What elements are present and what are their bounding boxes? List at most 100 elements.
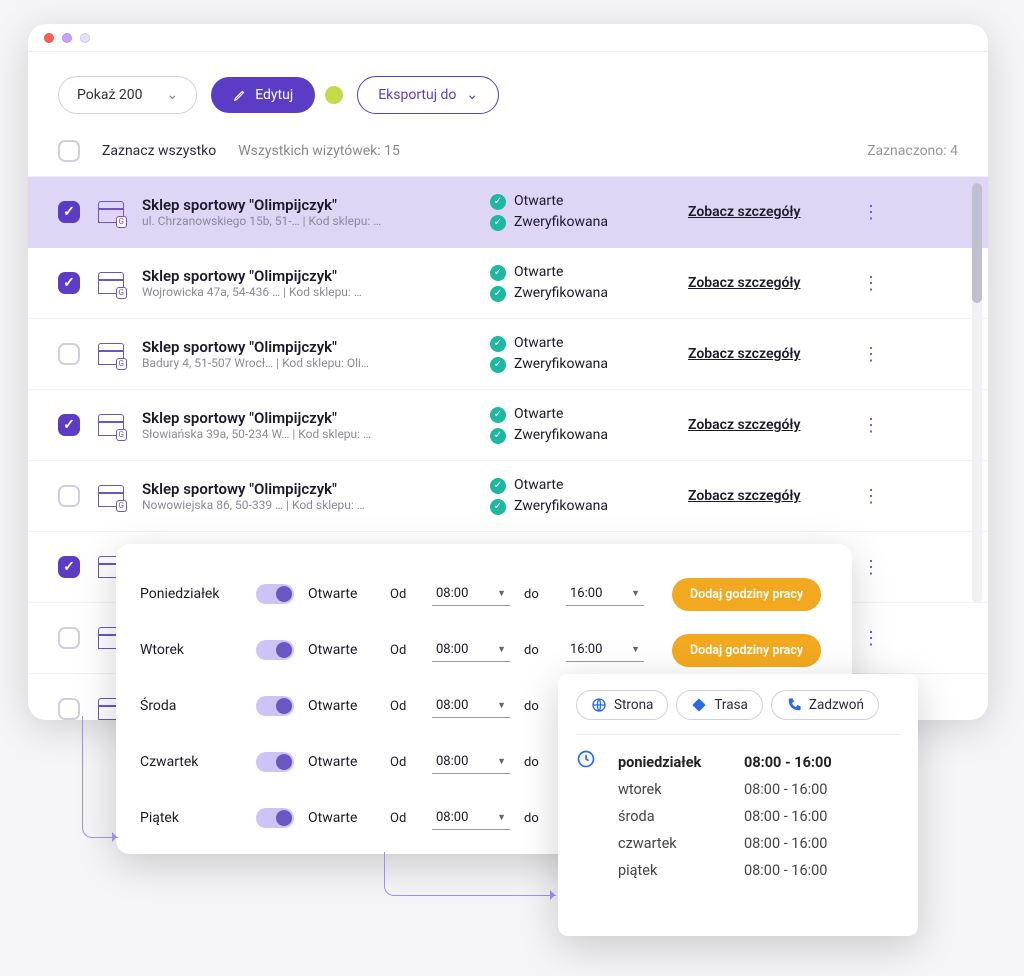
time-from-select[interactable]: 08:00▼ [432, 806, 510, 830]
schedule-row: czwartek08:00 - 16:00 [618, 830, 832, 857]
row-main: Sklep sportowy "Olimpijczyk"ul. Chrzanow… [142, 196, 472, 228]
row-checkbox[interactable] [58, 201, 80, 223]
time-to-select[interactable]: 16:00▼ [566, 582, 644, 606]
row-details-link[interactable]: Zobacz szczegóły [688, 275, 838, 291]
page-size-select[interactable]: Pokaż 200 ⌄ [58, 76, 197, 114]
row-details-link[interactable]: Zobacz szczegóły [688, 488, 838, 504]
preview-site-button[interactable]: Strona [576, 690, 668, 720]
hours-row: PoniedziałekOtwarteOd08:00▼do16:00▼Dodaj… [140, 566, 828, 622]
schedule-day: piątek [618, 857, 744, 884]
row-checkbox[interactable] [58, 343, 80, 365]
day-label: Piątek [140, 810, 242, 826]
row-subtitle: ul. Chrzanowskiego 15b, 51-… | Kod sklep… [142, 214, 472, 228]
row-checkbox[interactable] [58, 485, 80, 507]
day-label: Środa [140, 698, 242, 714]
open-toggle[interactable] [256, 752, 294, 772]
row-main: Sklep sportowy "Olimpijczyk"Nowowiejska … [142, 480, 472, 512]
time-from-select[interactable]: 08:00▼ [432, 694, 510, 718]
row-subtitle: Słowiańska 39a, 50-234 W… | Kod sklepu: … [142, 427, 472, 441]
export-button[interactable]: Eksportuj do ⌄ [357, 76, 499, 114]
row-details-link[interactable]: Zobacz szczegóły [688, 417, 838, 433]
selected-count-label: Zaznaczono: 4 [867, 143, 958, 159]
row-checkbox[interactable] [58, 627, 80, 649]
row-main: Sklep sportowy "Olimpijczyk"Badury 4, 51… [142, 338, 472, 370]
add-hours-button[interactable]: Dodaj godziny pracy [672, 634, 821, 667]
row-checkbox[interactable] [58, 272, 80, 294]
check-circle-icon: ✓ [490, 428, 506, 444]
row-main: Sklep sportowy "Olimpijczyk"Słowiańska 3… [142, 409, 472, 441]
listing-row[interactable]: Sklep sportowy "Olimpijczyk"Wojrowicka 4… [28, 248, 988, 319]
time-from-select[interactable]: 08:00▼ [432, 638, 510, 662]
row-menu-button[interactable]: ⋮ [856, 486, 885, 507]
check-circle-icon: ✓ [490, 407, 506, 423]
page-size-label: Pokaż 200 [77, 87, 142, 103]
title-bar [28, 24, 988, 52]
row-status: ✓Otwarte✓Zweryfikowana [490, 191, 670, 233]
from-label: Od [390, 811, 418, 826]
listing-row[interactable]: Sklep sportowy "Olimpijczyk"Nowowiejska … [28, 461, 988, 532]
check-circle-icon: ✓ [490, 286, 506, 302]
schedule-time: 08:00 - 16:00 [744, 857, 832, 884]
store-icon [98, 201, 124, 223]
minimize-window-icon[interactable] [62, 33, 72, 43]
schedule-row: wtorek08:00 - 16:00 [618, 776, 832, 803]
toolbar: Pokaż 200 ⌄ Edytuj Eksportuj do ⌄ [28, 52, 988, 132]
store-icon [98, 343, 124, 365]
listing-row[interactable]: Sklep sportowy "Olimpijczyk"ul. Chrzanow… [28, 177, 988, 248]
from-label: Od [390, 755, 418, 770]
listing-row[interactable]: Sklep sportowy "Olimpijczyk"Badury 4, 51… [28, 319, 988, 390]
add-hours-button[interactable]: Dodaj godziny pracy [672, 578, 821, 611]
time-from-select[interactable]: 08:00▼ [432, 582, 510, 606]
from-label: Od [390, 699, 418, 714]
preview-call-button[interactable]: Zadzwoń [771, 690, 879, 720]
row-status: ✓Otwarte✓Zweryfikowana [490, 333, 670, 375]
maximize-window-icon[interactable] [80, 33, 90, 43]
listing-preview-card: Strona Trasa Zadzwoń poniedziałek08:00 -… [558, 674, 918, 936]
store-icon [98, 272, 124, 294]
schedule-row: piątek08:00 - 16:00 [618, 857, 832, 884]
row-menu-button[interactable]: ⋮ [856, 202, 885, 223]
scrollbar[interactable] [972, 183, 982, 603]
row-checkbox[interactable] [58, 698, 80, 720]
time-to-select[interactable]: 16:00▼ [566, 638, 644, 662]
row-menu-button[interactable]: ⋮ [856, 344, 885, 365]
row-subtitle: Nowowiejska 86, 50-339 … | Kod sklepu: … [142, 498, 472, 512]
open-toggle[interactable] [256, 640, 294, 660]
connector-line [82, 716, 118, 838]
row-details-link[interactable]: Zobacz szczegóły [688, 204, 838, 220]
store-icon [98, 485, 124, 507]
row-title: Sklep sportowy "Olimpijczyk" [142, 338, 472, 356]
preview-route-button[interactable]: Trasa [676, 690, 763, 720]
row-status: ✓Otwarte✓Zweryfikowana [490, 475, 670, 517]
to-label: do [524, 811, 552, 826]
row-menu-button[interactable]: ⋮ [856, 628, 885, 649]
day-label: Poniedziałek [140, 586, 242, 602]
row-menu-button[interactable]: ⋮ [856, 557, 885, 578]
check-circle-icon: ✓ [490, 215, 506, 231]
row-menu-button[interactable]: ⋮ [856, 273, 885, 294]
select-all-checkbox[interactable] [58, 140, 80, 162]
schedule-day: wtorek [618, 776, 744, 803]
schedule-time: 08:00 - 16:00 [744, 803, 832, 830]
row-checkbox[interactable] [58, 556, 80, 578]
close-window-icon[interactable] [44, 33, 54, 43]
open-toggle[interactable] [256, 696, 294, 716]
row-checkbox[interactable] [58, 414, 80, 436]
schedule-time: 08:00 - 16:00 [744, 830, 832, 857]
listing-row[interactable]: Sklep sportowy "Olimpijczyk"Słowiańska 3… [28, 390, 988, 461]
clock-icon [576, 749, 596, 769]
edit-button[interactable]: Edytuj [211, 77, 315, 113]
open-label: Otwarte [308, 586, 376, 602]
day-label: Czwartek [140, 754, 242, 770]
row-details-link[interactable]: Zobacz szczegóły [688, 346, 838, 362]
row-menu-button[interactable]: ⋮ [856, 415, 885, 436]
open-toggle[interactable] [256, 808, 294, 828]
open-label: Otwarte [308, 642, 376, 658]
open-label: Otwarte [308, 698, 376, 714]
chevron-down-icon: ⌄ [166, 87, 178, 103]
preview-schedule: poniedziałek08:00 - 16:00wtorek08:00 - 1… [576, 735, 900, 884]
open-toggle[interactable] [256, 584, 294, 604]
time-from-select[interactable]: 08:00▼ [432, 750, 510, 774]
check-circle-icon: ✓ [490, 336, 506, 352]
schedule-day: środa [618, 803, 744, 830]
